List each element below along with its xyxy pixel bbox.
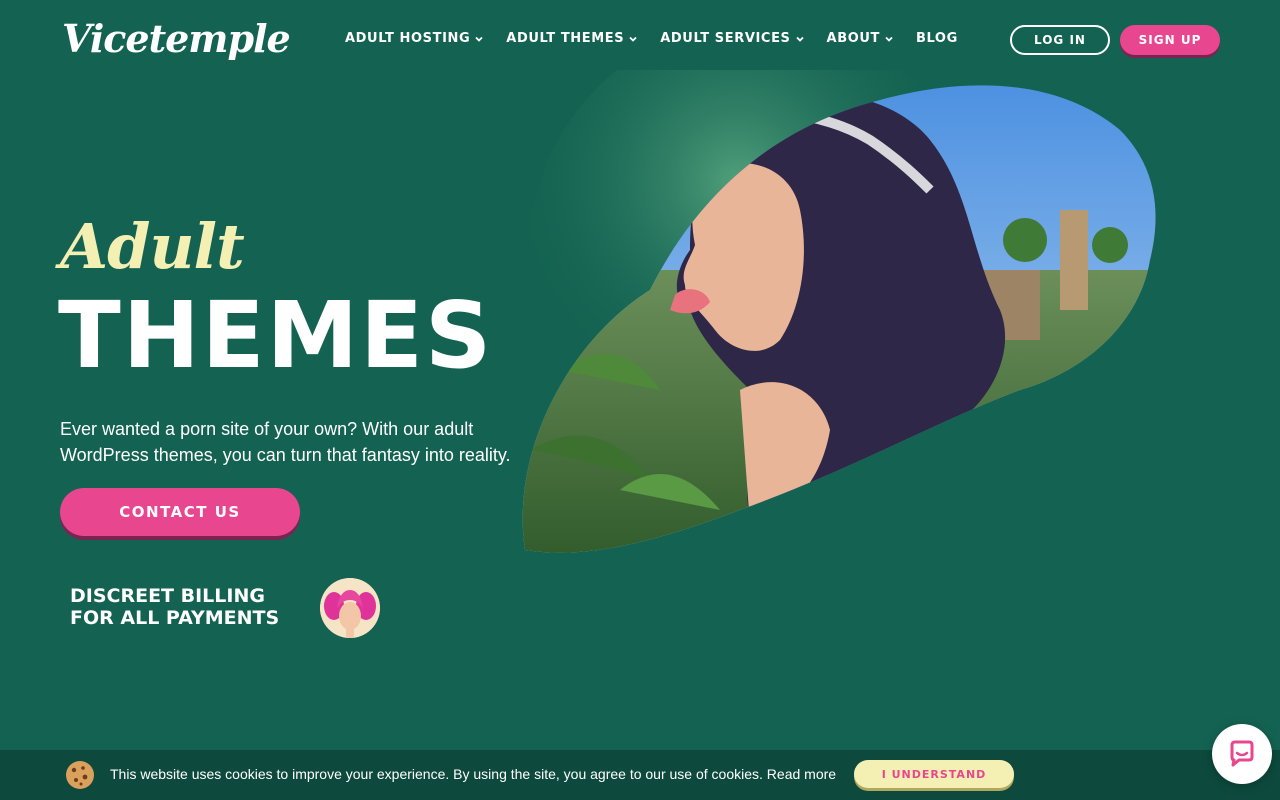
nav-item-blog[interactable]: BLOG xyxy=(916,31,958,46)
chat-bubble-icon xyxy=(1230,740,1254,767)
login-button[interactable]: LOG IN xyxy=(1010,25,1110,55)
main-nav: ADULT HOSTING ADULT THEMES ADULT SERVICE… xyxy=(345,31,958,46)
hero-script-title: Adult xyxy=(60,210,245,283)
nav-item-adult-services[interactable]: ADULT SERVICES xyxy=(660,31,804,46)
nav-item-label: ADULT SERVICES xyxy=(660,31,791,46)
cookie-icon xyxy=(66,761,94,789)
discreet-billing-text: DISCREET BILLING FOR ALL PAYMENTS xyxy=(70,585,280,629)
chevron-down-icon xyxy=(795,36,804,42)
nav-item-adult-themes[interactable]: ADULT THEMES xyxy=(506,31,638,46)
nav-item-label: BLOG xyxy=(915,31,958,46)
cookie-banner: This website uses cookies to improve you… xyxy=(0,750,1280,800)
nav-item-label: ADULT HOSTING xyxy=(345,31,471,46)
chevron-down-icon xyxy=(885,36,893,42)
contact-us-button[interactable]: CONTACT US xyxy=(60,488,300,536)
nav-item-label: ADULT THEMES xyxy=(506,31,625,46)
signup-button[interactable]: SIGN UP xyxy=(1120,25,1220,55)
cookie-text: This website uses cookies to improve you… xyxy=(110,766,763,782)
avatar xyxy=(320,578,380,638)
cookie-message: This website uses cookies to improve you… xyxy=(110,766,836,782)
nav-item-adult-hosting[interactable]: ADULT HOSTING xyxy=(345,31,484,46)
hero-title: THEMES xyxy=(58,282,494,389)
site-logo[interactable]: Vicetemple xyxy=(62,16,291,61)
read-more-link[interactable]: Read more xyxy=(767,766,836,782)
nav-item-label: ABOUT xyxy=(826,31,880,46)
hero-description: Ever wanted a porn site of your own? Wit… xyxy=(60,419,511,465)
nav-item-about[interactable]: ABOUT xyxy=(827,31,894,46)
chat-button[interactable] xyxy=(1212,724,1272,784)
cookie-accept-button[interactable]: I UNDERSTAND xyxy=(854,760,1014,788)
hero-illustration xyxy=(522,70,1156,553)
chevron-down-icon xyxy=(475,36,483,42)
chevron-down-icon xyxy=(629,36,637,42)
